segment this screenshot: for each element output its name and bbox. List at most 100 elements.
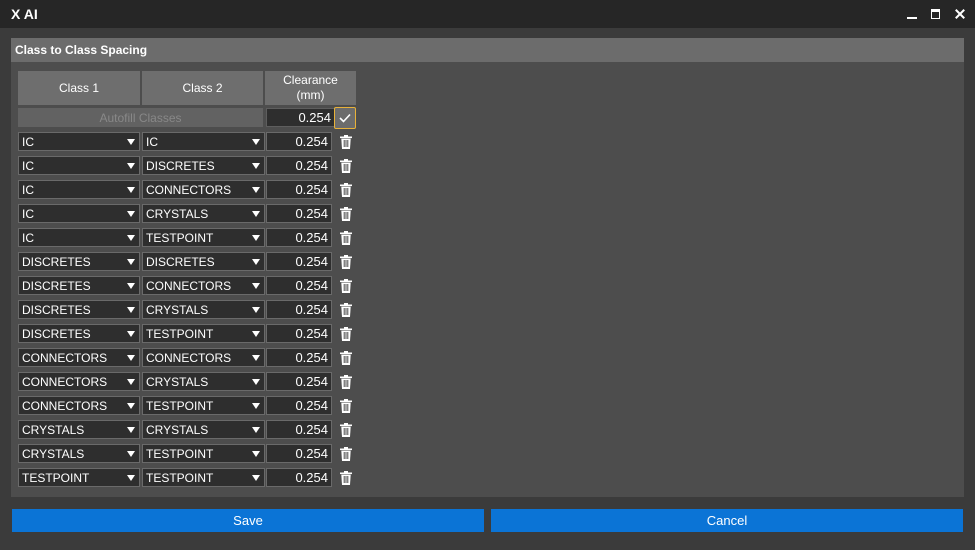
table-row: IC TESTPOINT 0.254 [18,228,358,252]
class1-value: DISCRETES [22,326,91,341]
class1-value: DISCRETES [22,302,91,317]
trash-icon[interactable] [340,135,352,149]
class1-select[interactable]: IC [18,228,140,247]
dropdown-arrow-icon [127,403,135,409]
table-row: CONNECTORS TESTPOINT 0.254 [18,396,358,420]
class2-select[interactable]: DISCRETES [142,252,265,271]
clearance-input[interactable]: 0.254 [266,444,332,463]
class2-select[interactable]: CONNECTORS [142,276,265,295]
class1-select[interactable]: DISCRETES [18,276,140,295]
clearance-input[interactable]: 0.254 [266,468,332,487]
trash-icon[interactable] [340,471,352,485]
class2-select[interactable]: CRYSTALS [142,420,265,439]
class1-select[interactable]: IC [18,180,140,199]
class2-select[interactable]: TESTPOINT [142,468,265,487]
class1-select[interactable]: CRYSTALS [18,444,140,463]
clearance-input[interactable]: 0.254 [266,132,332,151]
class2-select[interactable]: IC [142,132,265,151]
dropdown-arrow-icon [127,235,135,241]
autofill-classes-button[interactable]: Autofill Classes [18,108,263,127]
class2-select[interactable]: CONNECTORS [142,348,265,367]
save-button[interactable]: Save [12,509,484,532]
class1-select[interactable]: DISCRETES [18,252,140,271]
maximize-icon[interactable] [929,7,943,21]
class2-select[interactable]: TESTPOINT [142,396,265,415]
class2-select[interactable]: TESTPOINT [142,228,265,247]
class2-value: CONNECTORS [146,278,232,293]
spacing-rows: IC IC 0.254 IC DISCRETES 0.254 IC CONNEC… [18,132,358,492]
dropdown-arrow-icon [127,187,135,193]
dropdown-arrow-icon [252,283,260,289]
minimize-icon[interactable] [905,7,919,21]
column-header-class1: Class 1 [18,71,140,105]
window-controls [905,0,967,28]
apply-autofill-button[interactable] [334,107,356,129]
autofill-clearance-input[interactable]: 0.254 [266,108,335,127]
autofill-row: Autofill Classes 0.254 [18,107,356,129]
clearance-input[interactable]: 0.254 [266,372,332,391]
class1-select[interactable]: IC [18,132,140,151]
dropdown-arrow-icon [252,451,260,457]
clearance-input[interactable]: 0.254 [266,348,332,367]
class2-select[interactable]: CRYSTALS [142,372,265,391]
clearance-input[interactable]: 0.254 [266,324,332,343]
class1-select[interactable]: CRYSTALS [18,420,140,439]
class2-select[interactable]: TESTPOINT [142,324,265,343]
trash-icon[interactable] [340,375,352,389]
clearance-input[interactable]: 0.254 [266,300,332,319]
dropdown-arrow-icon [127,139,135,145]
class2-value: CRYSTALS [146,422,209,437]
class1-value: IC [22,182,34,197]
clearance-input[interactable]: 0.254 [266,228,332,247]
table-row: DISCRETES CRYSTALS 0.254 [18,300,358,324]
dropdown-arrow-icon [127,331,135,337]
class2-value: IC [146,134,158,149]
class1-select[interactable]: TESTPOINT [18,468,140,487]
class1-select[interactable]: CONNECTORS [18,348,140,367]
class1-value: IC [22,206,34,221]
trash-icon[interactable] [340,327,352,341]
clearance-input[interactable]: 0.254 [266,180,332,199]
class2-select[interactable]: CONNECTORS [142,180,265,199]
trash-icon[interactable] [340,207,352,221]
class2-select[interactable]: TESTPOINT [142,444,265,463]
table-row: CONNECTORS CRYSTALS 0.254 [18,372,358,396]
class1-select[interactable]: CONNECTORS [18,396,140,415]
clearance-input[interactable]: 0.254 [266,156,332,175]
table-row: CONNECTORS CONNECTORS 0.254 [18,348,358,372]
dropdown-arrow-icon [252,235,260,241]
dropdown-arrow-icon [127,427,135,433]
clearance-input[interactable]: 0.254 [266,252,332,271]
clearance-input[interactable]: 0.254 [266,276,332,295]
class1-select[interactable]: DISCRETES [18,300,140,319]
class2-select[interactable]: CRYSTALS [142,204,265,223]
trash-icon[interactable] [340,447,352,461]
close-icon[interactable] [953,7,967,21]
class1-select[interactable]: IC [18,204,140,223]
trash-icon[interactable] [340,231,352,245]
class2-select[interactable]: DISCRETES [142,156,265,175]
trash-icon[interactable] [340,423,352,437]
class1-select[interactable]: CONNECTORS [18,372,140,391]
clearance-input[interactable]: 0.254 [266,420,332,439]
class2-select[interactable]: CRYSTALS [142,300,265,319]
class2-value: CRYSTALS [146,374,209,389]
trash-icon[interactable] [340,255,352,269]
trash-icon[interactable] [340,183,352,197]
trash-icon[interactable] [340,399,352,413]
class1-select[interactable]: IC [18,156,140,175]
trash-icon[interactable] [340,279,352,293]
trash-icon[interactable] [340,351,352,365]
class1-value: TESTPOINT [22,470,90,485]
trash-icon[interactable] [340,303,352,317]
cancel-button[interactable]: Cancel [491,509,963,532]
class1-select[interactable]: DISCRETES [18,324,140,343]
table-row: IC DISCRETES 0.254 [18,156,358,180]
trash-icon[interactable] [340,159,352,173]
class2-value: TESTPOINT [146,446,214,461]
checkmark-icon [339,113,351,123]
clearance-input[interactable]: 0.254 [266,204,332,223]
column-header-class2: Class 2 [142,71,263,105]
dropdown-arrow-icon [252,475,260,481]
clearance-input[interactable]: 0.254 [266,396,332,415]
